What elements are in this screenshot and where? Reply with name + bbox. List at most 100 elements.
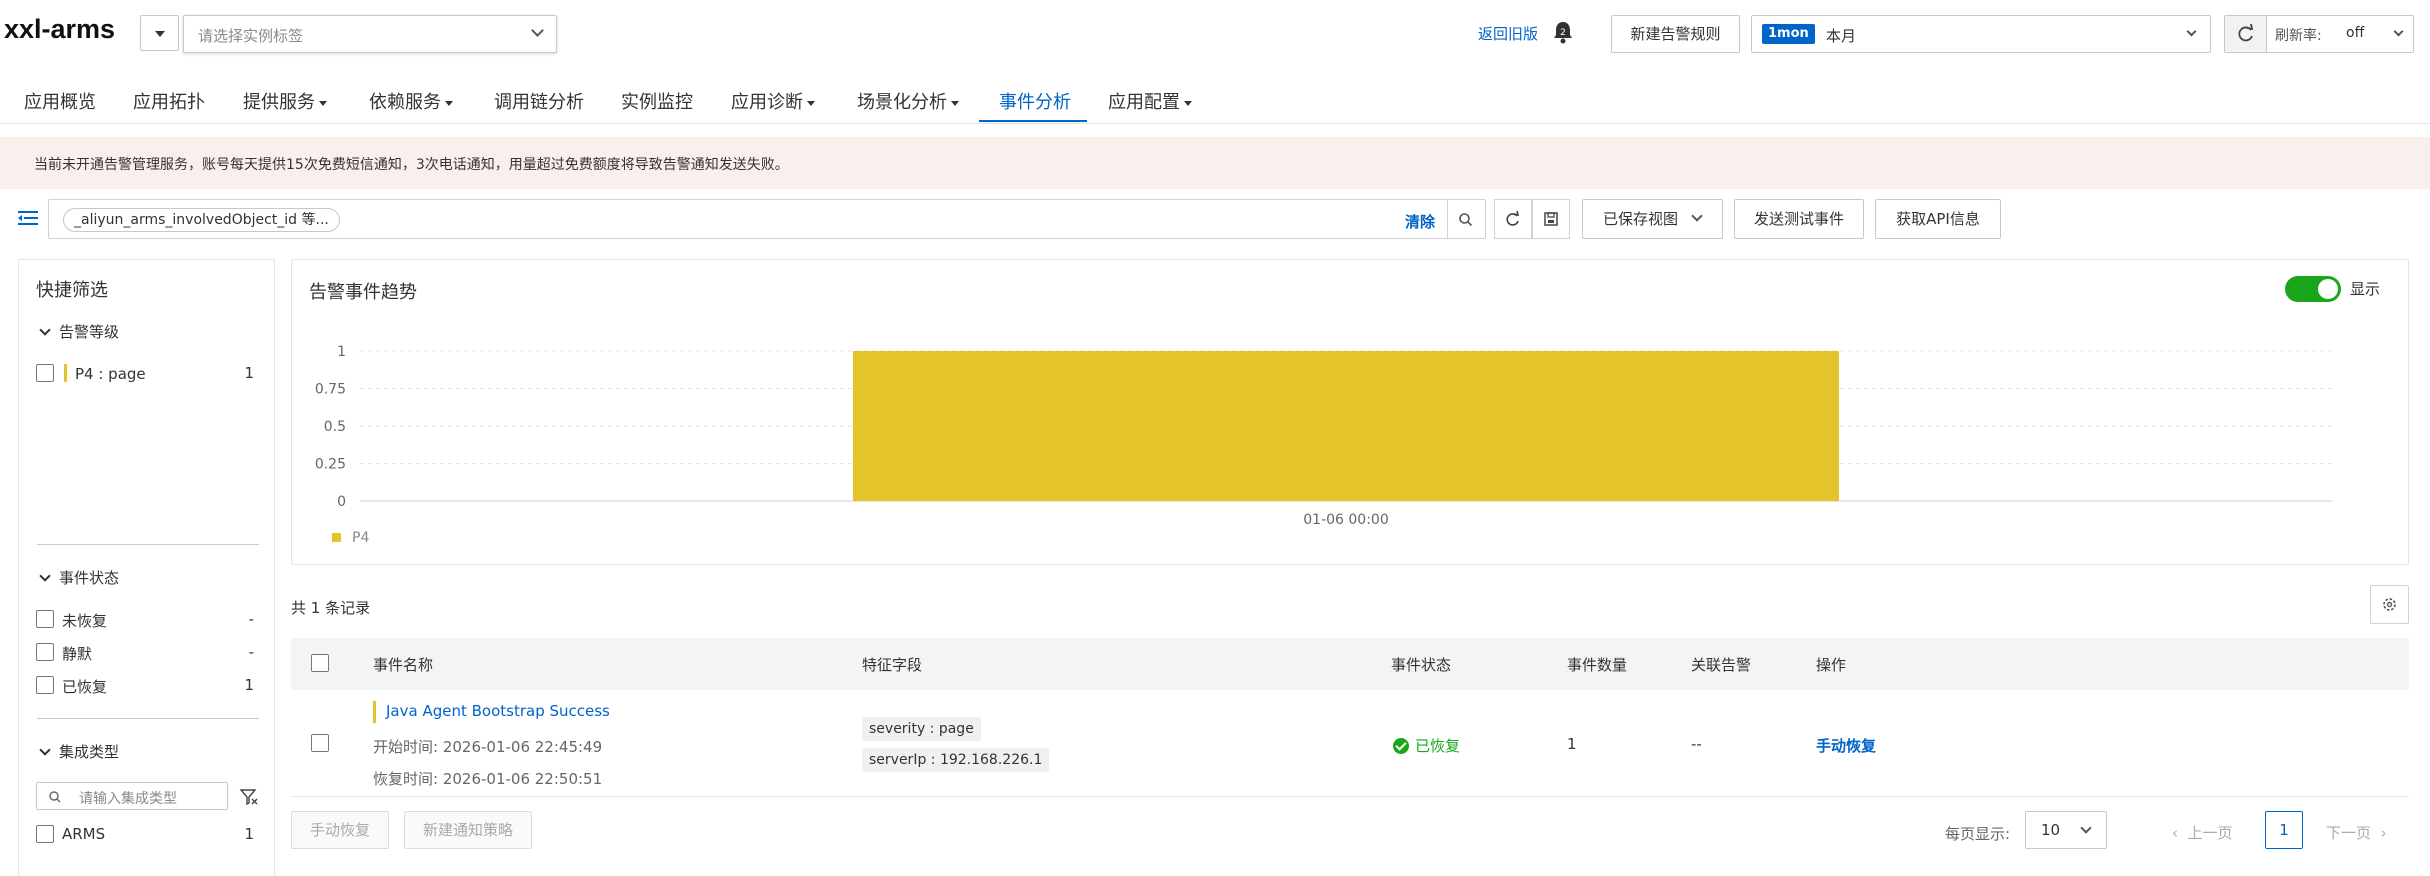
refresh-rate-label: 刷新率:	[2275, 28, 2322, 44]
checkbox-p4[interactable]	[36, 364, 54, 382]
feature-field-chip: serverIp : 192.168.226.1	[862, 748, 1050, 772]
tab-scenario-analysis[interactable]: 场景化分析	[857, 88, 959, 114]
p4-color-marker	[64, 364, 67, 382]
chevron-down-icon	[531, 24, 544, 37]
manual-recover-link[interactable]: 手动恢复	[1816, 735, 1876, 756]
table-settings-button[interactable]	[2370, 585, 2409, 624]
row-checkbox[interactable]	[311, 734, 329, 752]
reload-button[interactable]	[1494, 199, 1532, 239]
tab-instance-monitor[interactable]: 实例监控	[621, 88, 693, 114]
next-page-button[interactable]: 下一页 ›	[2326, 822, 2387, 843]
option-count: 1	[244, 364, 254, 382]
feature-field-chip: severity : page	[862, 717, 981, 741]
filter-group-integration[interactable]: 集成类型	[39, 741, 119, 762]
chevron-down-icon	[39, 324, 51, 336]
gear-icon	[2383, 598, 2396, 611]
checkbox-silenced[interactable]	[36, 643, 54, 661]
quick-filter-title: 快捷筛选	[36, 280, 108, 301]
caret-down-icon	[319, 100, 327, 106]
table-row: Java Agent Bootstrap Success 开始时间: 2026-…	[291, 690, 2409, 797]
y-tick-label: 0.25	[315, 457, 346, 473]
tab-topology[interactable]: 应用拓扑	[133, 88, 205, 114]
tab-app-diagnosis[interactable]: 应用诊断	[731, 88, 815, 114]
refresh-button[interactable]	[2225, 16, 2267, 52]
time-range-select[interactable]: 1mon 本月	[1751, 15, 2211, 53]
search-icon	[49, 791, 61, 803]
chevron-down-icon	[2393, 26, 2404, 37]
app-switch-dropdown[interactable]	[140, 15, 179, 51]
column-header: 事件状态	[1391, 656, 1452, 674]
saved-views-dropdown[interactable]: 已保存视图	[1582, 199, 1723, 239]
y-tick-label: 0.5	[324, 419, 346, 435]
x-tick-label: 01-06 00:00	[1303, 512, 1388, 528]
chevron-down-icon	[2186, 26, 2197, 37]
event-name-link[interactable]: Java Agent Bootstrap Success	[386, 702, 610, 720]
search-icon[interactable]	[1456, 210, 1476, 230]
tab-dependent-services[interactable]: 依赖服务	[369, 88, 453, 114]
chevron-right-icon: ›	[2380, 824, 2387, 842]
caret-down-icon	[155, 31, 165, 37]
notice-banner: 当前未开通告警管理服务，账号每天提供15次免费短信通知，3次电话通知，用量超过免…	[0, 137, 2430, 189]
event-start-time: 开始时间: 2026-01-06 22:45:49	[373, 738, 603, 756]
prev-page-button[interactable]: ‹ 上一页	[2172, 822, 2233, 843]
refresh-control: 刷新率: off	[2224, 15, 2414, 53]
checkbox-arms[interactable]	[36, 825, 54, 843]
filter-group-status[interactable]: 事件状态	[39, 567, 119, 588]
clear-filter-link[interactable]: 清除	[1405, 211, 1435, 232]
check-circle-icon	[1393, 738, 1409, 754]
column-header: 关联告警	[1691, 656, 1752, 674]
time-range-label: 本月	[1826, 27, 1857, 45]
select-all-checkbox[interactable]	[311, 654, 329, 672]
tab-app-config[interactable]: 应用配置	[1108, 88, 1192, 114]
manual-recover-button[interactable]: 手动恢复	[291, 811, 390, 849]
chevron-left-icon: ‹	[2172, 824, 2178, 842]
clear-filter-icon[interactable]	[239, 787, 259, 807]
page-size-select[interactable]: 10	[2025, 811, 2107, 849]
column-header: 操作	[1816, 656, 1847, 674]
event-recover-time: 恢复时间: 2026-01-06 22:50:51	[373, 770, 603, 788]
instance-tag-select[interactable]: 请选择实例标签	[183, 15, 557, 53]
new-alert-rule-button[interactable]: 新建告警规则	[1611, 15, 1740, 53]
option-label: 静默	[62, 645, 93, 663]
caret-down-icon	[1184, 100, 1192, 106]
option-count: 1	[244, 825, 254, 843]
tab-trace-analysis[interactable]: 调用链分析	[494, 88, 584, 114]
integration-search-placeholder: 请输入集成类型	[79, 791, 177, 807]
refresh-rate-value[interactable]: off	[2346, 25, 2364, 41]
instance-tag-placeholder: 请选择实例标签	[198, 27, 304, 45]
top-header: xxl-arms 请选择实例标签 返回旧版 2 新建告警规则 1mon 本月 刷…	[0, 0, 2430, 66]
send-test-event-button[interactable]: 发送测试事件	[1734, 199, 1864, 239]
filter-chip[interactable]: _aliyun_arms_involvedObject_id 等...	[63, 208, 340, 232]
y-tick-label: 0	[337, 494, 346, 510]
bell-icon[interactable]: 2	[1552, 20, 1574, 44]
alert-trend-card: 告警事件趋势 显示 0 0.25 0.5 0.75 1 01-06 00:00 P4	[291, 259, 2409, 565]
new-notify-policy-button[interactable]: 新建通知策略	[404, 811, 533, 849]
event-search-bar[interactable]: _aliyun_arms_involvedObject_id 等... 清除	[48, 199, 1486, 239]
caret-down-icon	[445, 100, 453, 106]
save-icon	[1544, 212, 1558, 226]
quick-filter-panel: 快捷筛选 告警等级 P4 : page 1 事件状态 未恢复 - 静默 - 已恢…	[18, 259, 275, 876]
page-number-current[interactable]: 1	[2265, 811, 2303, 849]
tab-provided-services[interactable]: 提供服务	[243, 88, 327, 114]
caret-down-icon	[807, 100, 815, 106]
filter-group-severity[interactable]: 告警等级	[39, 321, 119, 342]
record-count: 共 1 条记录	[291, 599, 371, 617]
save-view-button[interactable]	[1532, 199, 1570, 239]
integration-search-input[interactable]: 请输入集成类型	[36, 782, 228, 810]
page-size-label: 每页显示:	[1945, 825, 2011, 843]
tab-overview[interactable]: 应用概览	[24, 88, 96, 114]
checkbox-unrecovered[interactable]	[36, 610, 54, 628]
tab-event-analysis[interactable]: 事件分析	[999, 88, 1071, 114]
y-tick-label: 1	[337, 344, 346, 360]
option-count: -	[248, 610, 254, 628]
y-tick-label: 0.75	[315, 382, 346, 398]
legend-swatch	[332, 533, 341, 542]
chevron-down-icon	[2080, 822, 2092, 834]
back-old-version-link[interactable]: 返回旧版	[1478, 23, 1538, 44]
collapse-menu-icon[interactable]	[18, 210, 38, 226]
checkbox-recovered[interactable]	[36, 676, 54, 694]
get-api-info-button[interactable]: 获取API信息	[1875, 199, 2001, 239]
app-title: xxl-arms	[4, 14, 116, 44]
related-alert: --	[1691, 735, 1702, 753]
table-header: 事件名称 特征字段 事件状态 事件数量 关联告警 操作	[291, 638, 2409, 690]
